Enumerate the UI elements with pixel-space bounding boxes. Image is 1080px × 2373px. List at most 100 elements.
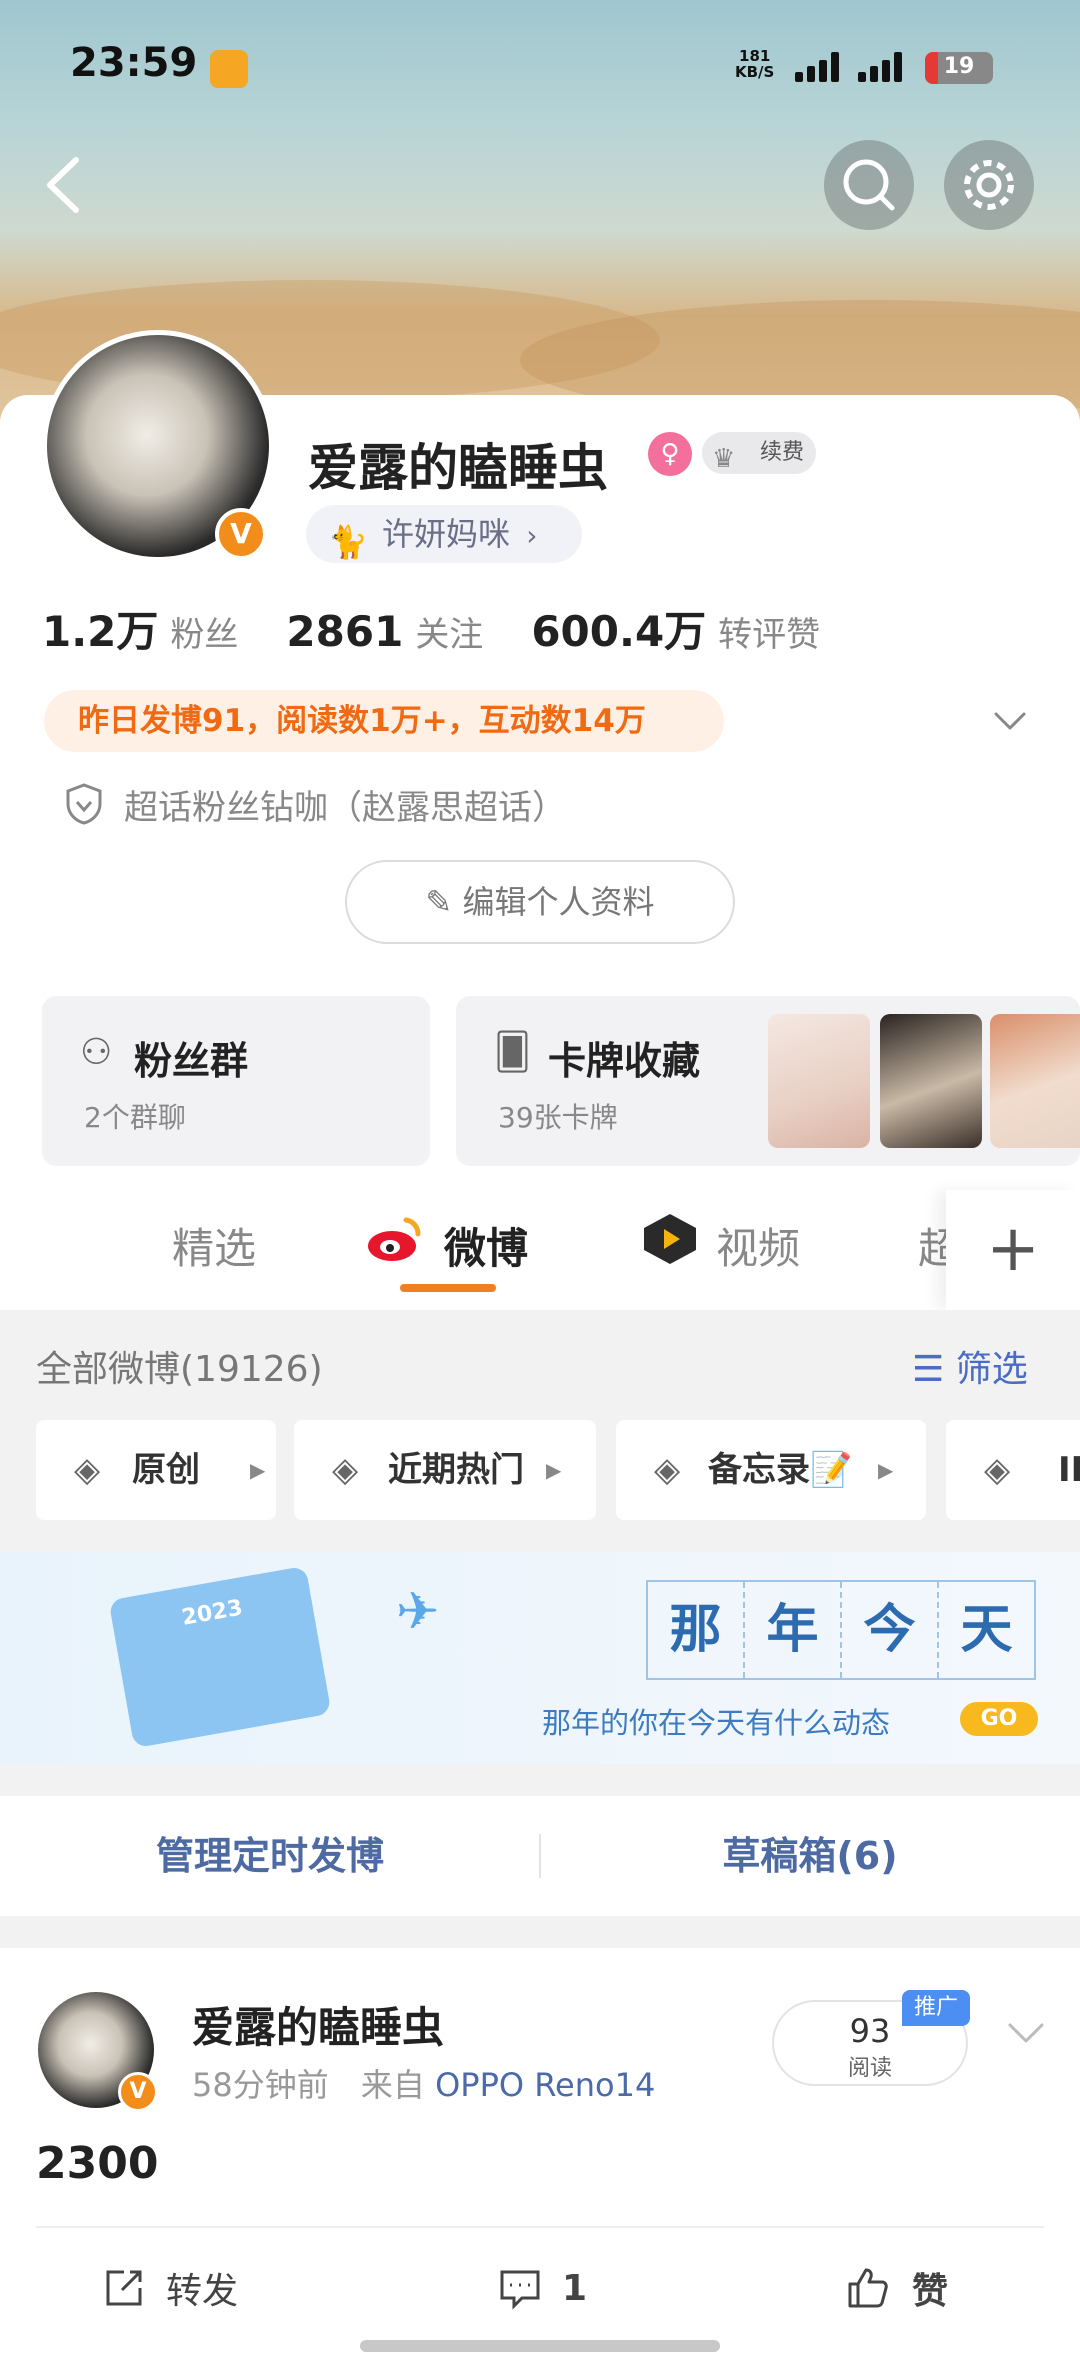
gear-icon xyxy=(964,160,1014,210)
group-icon: ⚇ xyxy=(80,1032,113,1073)
fan-group-title: 粉丝群 xyxy=(134,1039,249,1083)
fan-group-subtitle: 2个群聊 xyxy=(84,1101,186,1134)
profile-tag-pill[interactable]: 🐈 许妍妈咪 › xyxy=(306,505,582,563)
chip-label: 备忘录📝 xyxy=(708,1450,853,1490)
chevron-down-icon[interactable] xyxy=(1004,2010,1048,2054)
chip-recent-hot[interactable]: ◈ 近期热门 ▶ xyxy=(294,1420,596,1520)
verified-badge-icon: V xyxy=(118,2072,158,2112)
triangle-right-icon: ▶ xyxy=(250,1458,266,1482)
like-label: 赞 xyxy=(912,2271,949,2312)
on-this-day-headline: 那 年 今 天 xyxy=(646,1580,1036,1680)
card-thumbnail[interactable] xyxy=(880,1014,982,1148)
chip-label: ID xyxy=(1058,1450,1080,1490)
profile-stats: 1.2万 粉丝 2861 关注 600.4万 转评赞 xyxy=(42,598,942,658)
signal-icon xyxy=(858,50,906,82)
tab-video[interactable]: 视频 xyxy=(716,1215,800,1276)
renew-label: 续费 xyxy=(760,440,805,465)
fan-group-card[interactable]: ⚇ 粉丝群 2个群聊 xyxy=(42,996,430,1166)
chip-memo[interactable]: ◈ 备忘录📝 ▶ xyxy=(616,1420,926,1520)
comment-count: 1 xyxy=(562,2267,588,2309)
super-topic-row[interactable]: 超话粉丝钻咖（赵露思超话） xyxy=(64,780,566,828)
female-gender-icon: ♀ xyxy=(648,432,692,476)
profile-tabs: 精选 微博 视频 超 + xyxy=(0,1190,1080,1310)
divider xyxy=(36,2226,1044,2228)
tab-featured[interactable]: 精选 xyxy=(172,1215,256,1276)
triangle-right-icon: ▶ xyxy=(878,1458,894,1482)
edit-profile-label: 编辑个人资料 xyxy=(462,883,655,921)
comment-icon xyxy=(500,2270,540,2310)
headline-char: 今 xyxy=(842,1582,939,1678)
home-indicator[interactable] xyxy=(360,2340,720,2352)
post-time: 58分钟前 xyxy=(192,2066,329,2104)
network-speed-unit: KB/S xyxy=(735,63,775,81)
on-this-day-banner[interactable]: 2023 ✈ 那 年 今 天 那年的你在今天有什么动态 GO xyxy=(0,1552,1080,1764)
filter-label: 筛选 xyxy=(955,1349,1028,1390)
add-tab-button[interactable]: + xyxy=(946,1190,1080,1310)
pencil-icon: ✎ xyxy=(425,883,453,921)
drafts-button[interactable]: 草稿箱(6) xyxy=(540,1796,1080,1916)
calendar-illustration: 2023 xyxy=(108,1565,332,1749)
thumbs-up-icon xyxy=(848,2268,888,2308)
promote-tag[interactable]: 推广 xyxy=(902,1990,970,2026)
stat-label: 转评赞 xyxy=(718,615,821,655)
stat-value: 600.4万 xyxy=(531,607,707,656)
network-speed-value: 181 xyxy=(739,47,771,65)
on-this-day-subtitle: 那年的你在今天有什么动态 xyxy=(542,1706,891,1740)
stat-likes[interactable]: 600.4万 转评赞 xyxy=(531,598,820,659)
crown-icon: ♛ xyxy=(712,444,736,474)
filter-button[interactable]: ☰ 筛选 xyxy=(912,1340,1028,1392)
post-management-row: 管理定时发博 草稿箱(6) xyxy=(0,1796,1080,1916)
like-button[interactable]: 赞 xyxy=(844,2248,948,2328)
scheduled-posts-button[interactable]: 管理定时发博 xyxy=(0,1796,540,1916)
headline-char: 年 xyxy=(745,1582,842,1678)
settings-button[interactable] xyxy=(944,140,1034,230)
go-button[interactable]: GO xyxy=(960,1702,1038,1736)
super-topic-label: 超话粉丝钻咖（赵露思超话） xyxy=(124,787,566,828)
activity-summary-pill[interactable]: 昨日发博91，阅读数1万+，互动数14万 xyxy=(44,690,724,752)
card-thumbnail[interactable] xyxy=(768,1014,870,1148)
triangle-right-icon: ▶ xyxy=(546,1458,562,1482)
stat-following[interactable]: 2861 关注 xyxy=(286,607,483,656)
calendar-year: 2023 xyxy=(179,1595,245,1631)
notification-app-icon xyxy=(210,50,248,88)
reads-label: 阅读 xyxy=(847,2056,892,2081)
chip-label: 近期热门 xyxy=(388,1450,524,1490)
network-speed: 181 KB/S xyxy=(735,48,774,80)
vip-renew-badge[interactable]: ♛ 续费 xyxy=(702,432,816,474)
edit-profile-button[interactable]: ✎ 编辑个人资料 xyxy=(345,860,735,944)
layers-icon: ◈ xyxy=(984,1450,1011,1490)
search-button[interactable] xyxy=(824,140,914,230)
chip-original[interactable]: ◈ 原创 ▶ xyxy=(36,1420,276,1520)
search-icon xyxy=(843,159,895,211)
card-thumbnail[interactable] xyxy=(990,1014,1080,1148)
plus-icon: + xyxy=(986,1212,1040,1286)
repost-button[interactable]: 转发 xyxy=(102,2248,238,2328)
card-collection-title: 卡牌收藏 xyxy=(548,1039,701,1083)
chevron-down-icon[interactable] xyxy=(990,700,1030,740)
post-from-label: 来自 xyxy=(360,2066,425,2104)
post-author[interactable]: 爱露的瞌睡虫 xyxy=(192,1994,444,2055)
stat-value: 2861 xyxy=(286,607,404,656)
video-icon xyxy=(640,1212,700,1266)
post-meta: 58分钟前 来自 OPPO Reno14 xyxy=(192,2060,655,2106)
status-time: 23:59 xyxy=(70,40,198,86)
profile-tag-label: 许妍妈咪 xyxy=(382,515,511,553)
paper-plane-icon: ✈ xyxy=(396,1582,440,1642)
all-posts-title: 全部微博(19126) xyxy=(36,1349,323,1390)
back-button[interactable] xyxy=(36,150,96,220)
signal-icon xyxy=(795,50,843,82)
shield-icon xyxy=(66,783,102,825)
stat-label: 关注 xyxy=(415,615,484,655)
tab-weibo[interactable]: 微博 xyxy=(444,1215,528,1276)
chip-label: 原创 xyxy=(132,1450,200,1490)
chip-id[interactable]: ◈ ID xyxy=(946,1420,1080,1520)
weibo-logo-icon xyxy=(366,1214,422,1264)
layers-icon: ◈ xyxy=(332,1450,359,1490)
chevron-right-icon: › xyxy=(526,519,538,552)
battery-percent: 19 xyxy=(943,54,975,79)
post-card: V 爱露的瞌睡虫 58分钟前 来自 OPPO Reno14 93 阅读 推广 2… xyxy=(0,1948,1080,2373)
battery-icon: 19 xyxy=(925,52,993,84)
stat-followers[interactable]: 1.2万 粉丝 xyxy=(42,598,238,659)
post-content: 2300 xyxy=(36,2138,159,2189)
comment-button[interactable]: 1 xyxy=(498,2248,587,2328)
